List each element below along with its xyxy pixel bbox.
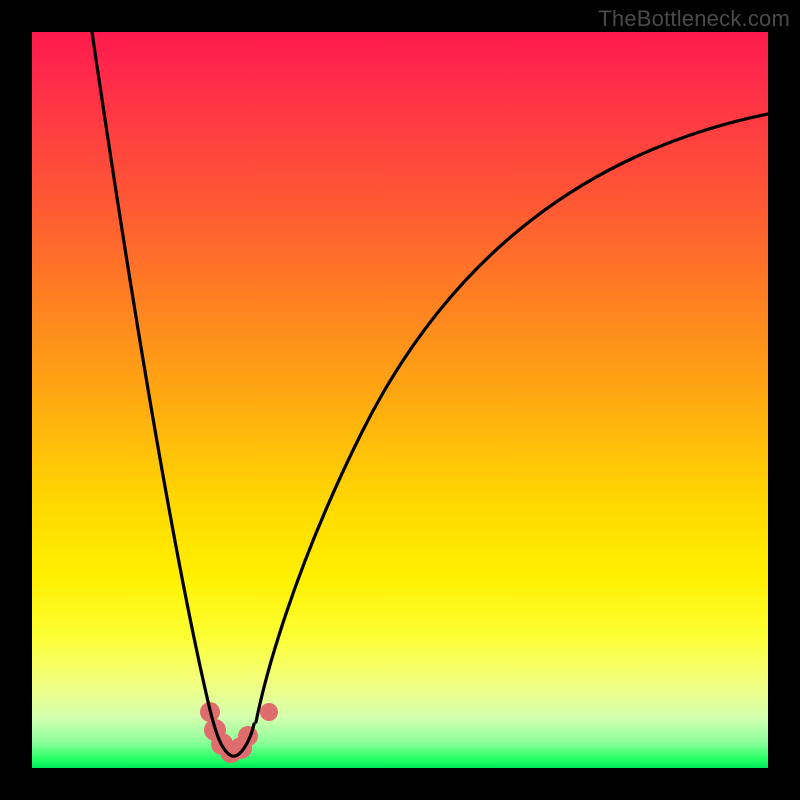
plot-frame [32, 32, 768, 768]
watermark-text: TheBottleneck.com [598, 6, 790, 32]
gradient-background [32, 32, 768, 768]
